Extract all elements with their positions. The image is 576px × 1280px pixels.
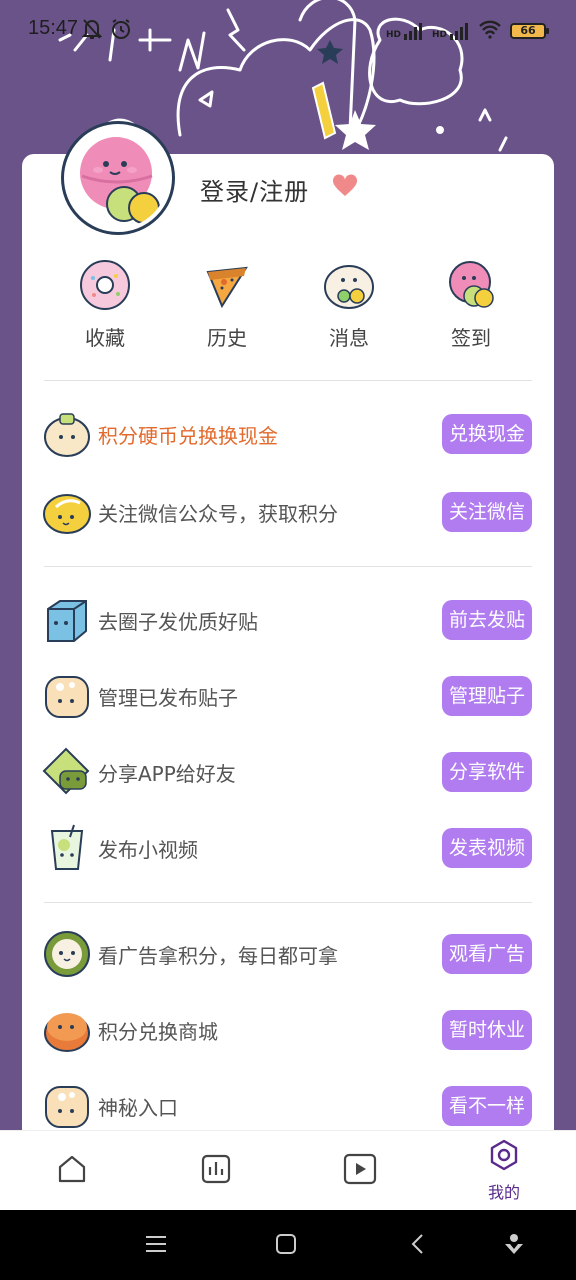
- nav-charts[interactable]: [144, 1131, 288, 1211]
- quick-item-messages[interactable]: 消息: [288, 258, 410, 351]
- macaron-icon: [444, 258, 498, 312]
- quick-actions: 收藏 历史 消息 签到: [22, 258, 554, 351]
- pizza-icon: [200, 258, 254, 312]
- follow-wechat-button[interactable]: 关注微信: [442, 492, 532, 532]
- chart-icon: [200, 1153, 232, 1189]
- quick-label-favorites: 收藏: [85, 326, 125, 350]
- task-row-follow-wechat: 关注微信公众号，获取积分 关注微信: [42, 486, 532, 538]
- manage-posts-button[interactable]: 管理贴子: [442, 676, 532, 716]
- task-row-points-mall: 积分兑换商城 暂时休业: [42, 1004, 532, 1056]
- task-text-watch-ads: 看广告拿积分，每日都可拿: [98, 943, 338, 968]
- video-play-icon: [343, 1153, 377, 1189]
- home-square-icon[interactable]: [274, 1232, 298, 1260]
- mystery-entry-button[interactable]: 看不一样: [442, 1086, 532, 1126]
- task-text-manage-posts: 管理已发布贴子: [98, 685, 238, 710]
- divider: [44, 380, 532, 381]
- divider: [44, 566, 532, 567]
- task-text-publish-video: 发布小视频: [98, 837, 198, 862]
- steamed-bun-icon: [42, 671, 92, 721]
- system-navigation-bar: [0, 1210, 576, 1280]
- back-icon[interactable]: [406, 1232, 430, 1260]
- ice-cube-icon: [42, 595, 92, 645]
- task-row-post: 去圈子发优质好贴 前去发贴: [42, 594, 532, 646]
- task-row-mystery-entry: 神秘入口 看不一样: [42, 1080, 532, 1132]
- task-row-exchange-cash: 积分硬币兑换换现金 兑换现金: [42, 408, 532, 460]
- dumpling-icon: [42, 409, 92, 459]
- points-mall-button[interactable]: 暂时休业: [442, 1010, 532, 1050]
- task-text-share-app: 分享APP给好友: [98, 761, 236, 786]
- lemon-icon: [42, 487, 92, 537]
- toast-icon: [42, 1081, 92, 1131]
- profile-card: 登录/注册 收藏 历史 消息 签到 积分硬币兑换换现金 兑换现金 关注微信公众号…: [22, 124, 554, 1154]
- notification-mute-icon: [81, 18, 103, 44]
- quick-label-messages: 消息: [329, 326, 369, 350]
- task-text-post: 去圈子发优质好贴: [98, 609, 258, 634]
- login-register-link[interactable]: 登录/注册: [200, 172, 309, 207]
- home-icon: [56, 1153, 88, 1189]
- quick-item-favorites[interactable]: 收藏: [44, 258, 166, 351]
- menu-icon[interactable]: [144, 1232, 168, 1260]
- network-1-label: HD: [385, 30, 401, 40]
- status-time: 15:47: [28, 17, 79, 39]
- pancake-icon: [42, 1005, 92, 1055]
- exchange-cash-button[interactable]: 兑换现金: [442, 414, 532, 454]
- task-text-exchange-cash: 积分硬币兑换换现金: [98, 423, 278, 448]
- publish-video-button[interactable]: 发表视频: [442, 828, 532, 868]
- task-text-mystery-entry: 神秘入口: [98, 1095, 178, 1120]
- user-avatar[interactable]: [64, 124, 172, 232]
- sushi-roll-icon: [42, 929, 92, 979]
- nav-home[interactable]: [0, 1131, 144, 1211]
- status-bar: 15:47 HD HD 66: [0, 0, 576, 60]
- quick-item-checkin[interactable]: 签到: [410, 258, 532, 351]
- lemonade-icon: [42, 823, 92, 873]
- task-row-manage-posts: 管理已发布贴子 管理贴子: [42, 670, 532, 722]
- task-row-share-app: 分享APP给好友 分享软件: [42, 746, 532, 798]
- network-2-label: HD: [431, 30, 447, 40]
- share-app-button[interactable]: 分享软件: [442, 752, 532, 792]
- quick-item-history[interactable]: 历史: [166, 258, 288, 351]
- nav-video[interactable]: [288, 1131, 432, 1211]
- signal-1-icon: HD: [386, 22, 424, 40]
- nav-mine[interactable]: 我的: [432, 1131, 576, 1211]
- nav-mine-label: 我的: [487, 1183, 520, 1202]
- task-text-points-mall: 积分兑换商城: [98, 1019, 218, 1044]
- task-row-publish-video: 发布小视频 发表视频: [42, 822, 532, 874]
- bottom-navigation: 我的: [0, 1130, 576, 1210]
- quick-label-checkin: 签到: [451, 326, 491, 350]
- donut-icon: [78, 258, 132, 312]
- watch-ads-button[interactable]: 观看广告: [442, 934, 532, 974]
- heart-icon: [332, 174, 358, 202]
- wifi-icon: [478, 19, 502, 43]
- alarm-icon: [110, 18, 132, 44]
- task-text-follow-wechat: 关注微信公众号，获取积分: [98, 501, 338, 526]
- quick-label-history: 历史: [207, 326, 247, 350]
- egg-bun-icon: [322, 258, 376, 312]
- divider: [44, 902, 532, 903]
- go-post-button[interactable]: 前去发贴: [442, 600, 532, 640]
- signal-2-icon: HD: [432, 22, 470, 40]
- task-row-watch-ads: 看广告拿积分，每日都可拿 观看广告: [42, 928, 532, 980]
- battery-icon: 66: [510, 23, 549, 39]
- assistant-icon[interactable]: [502, 1232, 526, 1260]
- cracker-icon: [42, 747, 92, 797]
- profile-hex-icon: [488, 1139, 520, 1175]
